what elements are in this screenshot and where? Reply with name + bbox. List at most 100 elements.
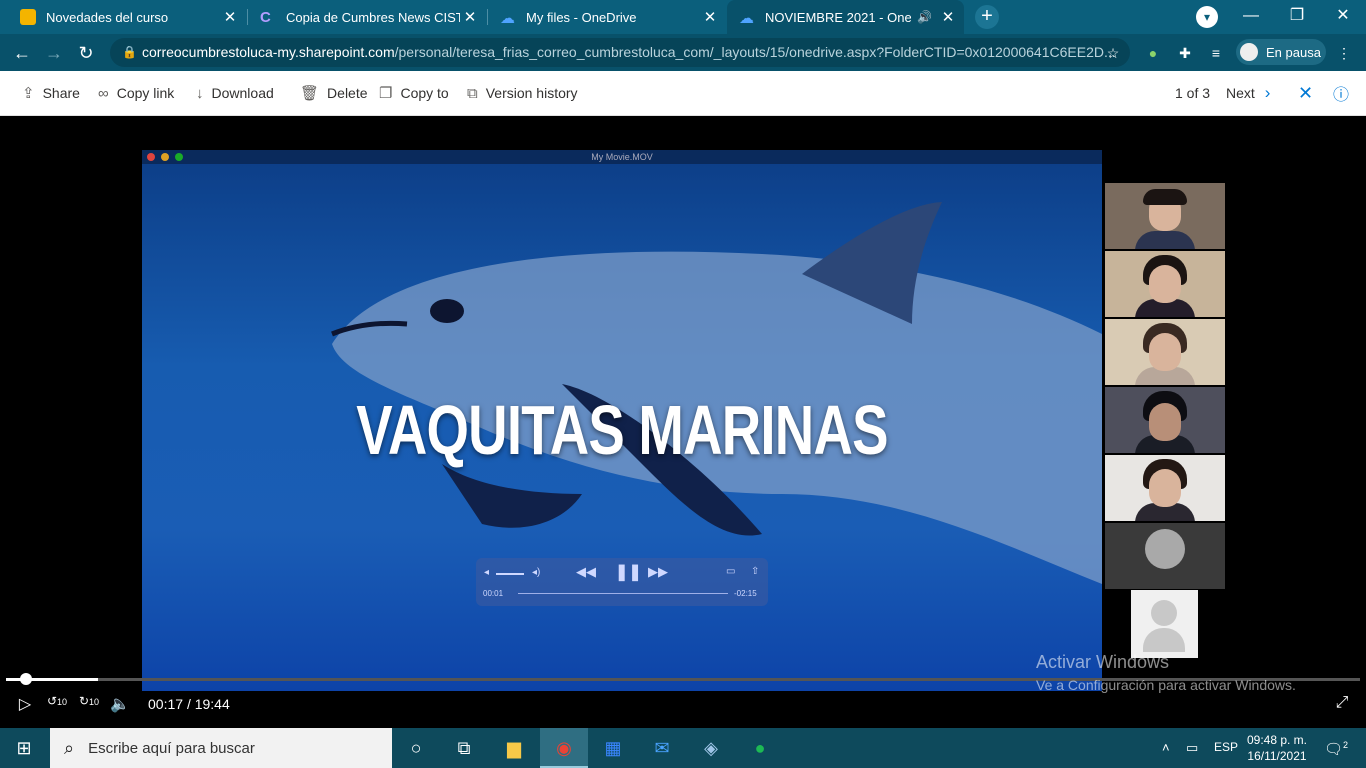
back-button[interactable]: ←: [9, 40, 35, 66]
playback-time: 00:17 / 19:44: [148, 696, 230, 712]
tab-my-files[interactable]: ☁ My files - OneDrive ✕: [488, 0, 726, 34]
minimize-button[interactable]: —: [1228, 0, 1274, 34]
bookmark-star-icon[interactable]: ☆: [1103, 43, 1123, 63]
lock-icon[interactable]: 🔒: [122, 38, 137, 67]
windows-taskbar: ⊞ ⌕ Escribe aquí para buscar ○ ⧉ ▆ ◉ ▦ ✉…: [0, 728, 1366, 768]
pause-icon[interactable]: ❚❚: [615, 562, 642, 582]
tab-cumbres-news[interactable]: C Copia de Cumbres News CIST oc ✕: [248, 0, 486, 34]
tab-search-button[interactable]: ▾: [1184, 0, 1230, 34]
mac-minimize-dot: [161, 153, 169, 161]
skip-back-label: 10: [57, 697, 68, 707]
qt-scrubber[interactable]: [518, 593, 728, 594]
avatar: [1240, 43, 1258, 61]
audio-playing-icon[interactable]: 🔊: [917, 10, 932, 24]
volume-high-icon: ◂): [532, 567, 541, 578]
notification-count: 2: [1343, 740, 1349, 750]
play-button[interactable]: ▷: [15, 694, 35, 714]
volume-slider[interactable]: [496, 573, 524, 575]
close-viewer-button[interactable]: ✕: [1298, 71, 1313, 115]
task-view-icon[interactable]: ⧉: [440, 728, 488, 768]
skip-forward-label: 10: [89, 697, 100, 707]
airplay-icon[interactable]: ▭: [726, 566, 735, 577]
volume-low-icon: ◂: [484, 567, 490, 578]
address-bar-row: ← → ↻ 🔒 correocumbrestoluca-my.sharepoin…: [0, 34, 1366, 71]
close-tab-icon[interactable]: ✕: [938, 8, 958, 26]
participant-video: [1105, 387, 1225, 453]
info-icon[interactable]: ⓘ: [1333, 71, 1349, 115]
extensions-puzzle-icon[interactable]: ✚: [1175, 43, 1195, 63]
extension-icon[interactable]: ●: [1143, 43, 1163, 63]
next-button[interactable]: Next ›: [1226, 71, 1270, 115]
new-tab-button[interactable]: +: [975, 5, 999, 29]
tab-title: NOVIEMBRE 2021 - OneDrive: [765, 9, 912, 25]
download-button[interactable]: ↓ Download: [196, 71, 274, 115]
tab-noviembre[interactable]: ☁ NOVIEMBRE 2021 - OneDrive 🔊 ✕: [727, 0, 964, 34]
close-tab-icon[interactable]: ✕: [460, 8, 480, 26]
volume-button[interactable]: 🔈: [110, 694, 130, 714]
network-icon[interactable]: ▭: [1186, 740, 1198, 756]
participant-video: [1105, 183, 1225, 249]
share-button[interactable]: ⇪ Share: [22, 71, 80, 115]
version-history-button[interactable]: ⧉ Version history: [467, 71, 578, 115]
fullscreen-button[interactable]: ⤢: [1332, 694, 1352, 714]
url-host: correocumbrestoluca-my.sharepoint.com: [142, 44, 395, 60]
download-label: Download: [211, 85, 274, 101]
profile-label: En pausa: [1266, 44, 1321, 60]
activation-watermark-text: Ve a Configuración para activar Windows.: [1036, 677, 1296, 693]
version-history-label: Version history: [485, 85, 578, 101]
chrome-icon[interactable]: ◉: [540, 728, 588, 768]
qt-remaining: -02:15: [734, 589, 757, 598]
quicktime-controls: ◂ ◂) ◀◀ ❚❚ ▶▶ ▭ ⇧ 00:01 -02:15: [476, 558, 768, 606]
qt-elapsed: 00:01: [483, 589, 504, 598]
url-field[interactable]: 🔒 correocumbrestoluca-my.sharepoint.com/…: [110, 38, 1130, 67]
skip-forward-10-button[interactable]: ↻10: [78, 694, 100, 714]
restore-button[interactable]: ❐: [1274, 0, 1320, 34]
notification-center-icon[interactable]: 🗨2: [1324, 740, 1348, 758]
chevron-up-icon[interactable]: ˄: [1162, 740, 1170, 755]
classroom-icon: [20, 9, 36, 25]
total-duration: 19:44: [194, 696, 230, 712]
share-icon: ⇪: [22, 85, 35, 102]
fast-forward-icon[interactable]: ▶▶: [648, 564, 668, 580]
close-window-button[interactable]: ✕: [1320, 0, 1366, 34]
taskbar-search[interactable]: ⌕ Escribe aquí para buscar: [50, 728, 392, 768]
participant-video: [1105, 523, 1225, 589]
media-control-icon[interactable]: ≡: [1206, 43, 1226, 63]
copy-to-button[interactable]: ❐ Copy to: [379, 71, 449, 115]
skip-back-10-button[interactable]: ↺10: [46, 694, 68, 714]
reload-button[interactable]: ↻: [73, 40, 99, 66]
calendar-icon[interactable]: ▦: [589, 728, 637, 768]
tab-novedades[interactable]: Novedades del curso ✕: [8, 0, 246, 34]
chevron-right-icon: ›: [1264, 83, 1271, 102]
movie-window-titlebar: My Movie.MOV: [142, 150, 1102, 164]
mail-icon[interactable]: ✉: [638, 728, 686, 768]
start-button[interactable]: ⊞: [0, 728, 48, 768]
cortana-icon[interactable]: ○: [392, 728, 440, 768]
spotify-icon[interactable]: ●: [736, 728, 784, 768]
share-icon[interactable]: ⇧: [751, 566, 759, 577]
activation-watermark-title: Activar Windows: [1036, 652, 1170, 672]
language-indicator[interactable]: ESP: [1214, 740, 1238, 754]
copy-link-label: Copy link: [116, 85, 175, 101]
copy-to-label: Copy to: [400, 85, 449, 101]
onedrive-icon: ☁: [500, 10, 515, 27]
next-label: Next: [1226, 85, 1255, 101]
browser-menu-icon[interactable]: ⋮: [1334, 43, 1354, 63]
app-icon[interactable]: ◈: [687, 728, 735, 768]
viewer-command-bar: ⇪ Share ∞ Copy link ↓ Download 🗑 Delete ❐ Cop…: [0, 71, 1366, 116]
participant-video: [1105, 251, 1225, 317]
close-tab-icon[interactable]: ✕: [700, 8, 720, 26]
close-tab-icon[interactable]: ✕: [220, 8, 240, 26]
video-frame[interactable]: My Movie.MOV VAQUITAS MARINAS ◂ ◂) ◀◀ ❚❚…: [142, 150, 1102, 691]
file-explorer-icon[interactable]: ▆: [490, 728, 538, 768]
mac-zoom-dot: [175, 153, 183, 161]
profile-button[interactable]: En pausa: [1236, 39, 1326, 65]
rewind-icon[interactable]: ◀◀: [576, 564, 596, 580]
link-icon: ∞: [98, 84, 109, 102]
system-clock[interactable]: 09:48 p. m. 16/11/2021: [1242, 732, 1312, 764]
delete-button[interactable]: 🗑 Delete: [300, 71, 368, 115]
copy-link-button[interactable]: ∞ Copy link: [98, 71, 174, 115]
elapsed-time: 00:17: [148, 696, 184, 712]
search-icon: ⌕: [64, 737, 75, 758]
forward-button[interactable]: →: [41, 40, 67, 66]
